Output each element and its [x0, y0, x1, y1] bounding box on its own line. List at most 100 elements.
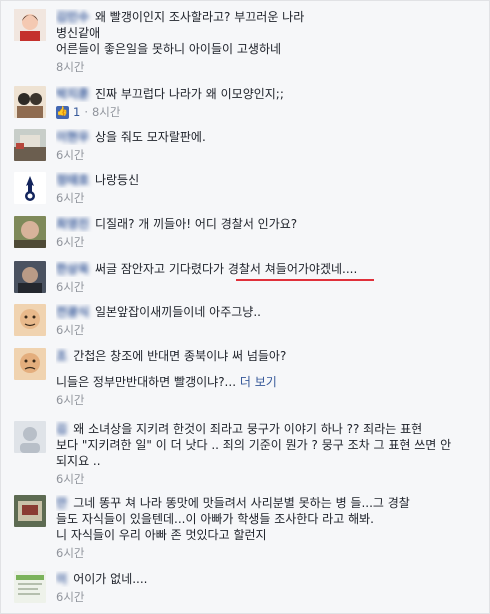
comment-line: 조 간첩은 창조에 반대면 종북이냐 써 넘들아?: [56, 348, 483, 364]
timestamp[interactable]: 6시간: [56, 392, 84, 408]
comment-author[interactable]: 박지훈: [56, 87, 89, 101]
comment-text: 상을 줘도 모자랄판에.: [94, 130, 206, 144]
comment-text: 일본앞잡이새끼들이네 아주그냥..: [94, 305, 261, 319]
comment: 이 어이가 없네.... 6시간: [14, 571, 483, 607]
comment-text: 진짜 부끄럽다 나라가 왜 이모양인지;;: [94, 87, 284, 101]
comment-line: 안 그네 똥꾸 쳐 나라 똥맛에 맛들려서 사리분별 못하는 병 들...그 경…: [56, 495, 483, 511]
timestamp[interactable]: 6시간: [56, 190, 84, 206]
comment-body: 전광식 일본앞잡이새끼들이네 아주그냥.. 6시간: [56, 304, 483, 338]
comment: 김민수 왜 빨갱이인지 조사할라고? 부끄러운 나라 병신같애 어른들이 좋은일…: [14, 9, 483, 74]
timestamp[interactable]: 6시간: [56, 147, 84, 163]
comment-author[interactable]: 한상욱: [56, 262, 89, 276]
comment: 조 간첩은 창조에 반대면 종북이냐 써 넘들아? 니들은 정부만반대하면 빨갱…: [14, 348, 483, 407]
avatar[interactable]: [14, 495, 46, 527]
comment-meta: 6시간: [56, 392, 483, 408]
comment-meta: 6시간: [56, 234, 483, 250]
comment: 최영진 디질래? 개 끼들아! 어디 경찰서 인가요? 6시간: [14, 216, 483, 252]
timestamp[interactable]: 6시간: [56, 234, 84, 250]
comment-text: 병신같애: [56, 26, 101, 40]
comment-text: 어른들이 좋은일을 못하니 아이들이 고생하네: [56, 42, 282, 56]
comment-body: 박지훈 진짜 부끄럽다 나라가 왜 이모양인지;; 👍 1 · 8시간: [56, 86, 483, 120]
comment-meta: 6시간: [56, 589, 483, 605]
comment-author[interactable]: 김: [56, 422, 71, 436]
comment-body: 김 왜 소녀상을 지키려 한것이 죄라고 뭉구가 이야기 하나 ?? 죄라는 표…: [56, 421, 483, 487]
comment: 정태호 나랑등신 6시간: [14, 172, 483, 208]
timestamp[interactable]: 6시간: [56, 589, 84, 605]
avatar[interactable]: [14, 129, 46, 161]
separator: ·: [84, 105, 88, 119]
comment-author[interactable]: 정태호: [56, 173, 89, 187]
comment-text: 디질래? 개 끼들아! 어디 경찰서 인가요?: [94, 217, 298, 231]
avatar[interactable]: [14, 348, 46, 380]
comment-line: 김민수 왜 빨갱이인지 조사할라고? 부끄러운 나라: [56, 9, 483, 25]
comment-body: 김민수 왜 빨갱이인지 조사할라고? 부끄러운 나라 병신같애 어른들이 좋은일…: [56, 9, 483, 75]
comment-line: 한상욱 써글 잠안자고 기다렸다가 경찰서 쳐들어가야겠네....: [56, 261, 483, 277]
comment-thread: 김민수 왜 빨갱이인지 조사할라고? 부끄러운 나라 병신같애 어른들이 좋은일…: [0, 0, 490, 614]
comment-line: 김 왜 소녀상을 지키려 한것이 죄라고 뭉구가 이야기 하나 ?? 죄라는 표…: [56, 421, 483, 437]
highlight-underline: [236, 279, 374, 281]
comment-text: 나랑등신: [94, 173, 140, 187]
comment-text: 왜 빨갱이인지 조사할라고? 부끄러운 나라: [94, 10, 305, 24]
comment-meta: 6시간: [56, 471, 483, 487]
comment-author[interactable]: 전광식: [56, 305, 89, 319]
avatar[interactable]: [14, 571, 46, 603]
comment: 박지훈 진짜 부끄럽다 나라가 왜 이모양인지;; 👍 1 · 8시간: [14, 86, 483, 122]
comment-meta: 8시간: [56, 59, 483, 75]
comment-body: 정태호 나랑등신 6시간: [56, 172, 483, 206]
timestamp[interactable]: 6시간: [56, 322, 84, 338]
comment-meta: 6시간: [56, 190, 483, 206]
comment-text: 간첩은 창조에 반대면 종북이냐 써 넘들아?: [73, 349, 287, 363]
comment: 안 그네 똥꾸 쳐 나라 똥맛에 맛들려서 사리분별 못하는 병 들...그 경…: [14, 495, 483, 563]
comment-meta: 6시간: [56, 545, 483, 561]
comment-body: 최영진 디질래? 개 끼들아! 어디 경찰서 인가요? 6시간: [56, 216, 483, 250]
comment-body: 조 간첩은 창조에 반대면 종북이냐 써 넘들아? 니들은 정부만반대하면 빨갱…: [56, 348, 483, 408]
avatar[interactable]: [14, 261, 46, 293]
comment-author[interactable]: 이: [56, 572, 71, 586]
comment-text: 써글 잠안자고 기다렸다가 경찰서 쳐들어가야겠네....: [94, 262, 358, 276]
timestamp[interactable]: 8시간: [56, 59, 84, 75]
comment: 전광식 일본앞잡이새끼들이네 아주그냥.. 6시간: [14, 304, 483, 340]
see-more-link[interactable]: 더 보기: [240, 375, 277, 389]
comment-author[interactable]: 김민수: [56, 10, 89, 24]
timestamp[interactable]: 8시간: [92, 104, 120, 120]
comment-meta: 6시간: [56, 322, 483, 338]
comment-text: 그네 똥꾸 쳐 나라 똥맛에 맛들려서 사리분별 못하는 병 들...그 경찰: [73, 496, 410, 510]
comment-author[interactable]: 최영진: [56, 217, 89, 231]
timestamp[interactable]: 6시간: [56, 279, 84, 295]
avatar[interactable]: [14, 421, 46, 453]
comment-meta: 👍 1 · 8시간: [56, 104, 483, 120]
comment-meta: 6시간: [56, 279, 483, 295]
comment-line: 이 어이가 없네....: [56, 571, 483, 587]
avatar[interactable]: [14, 86, 46, 118]
timestamp[interactable]: 6시간: [56, 545, 84, 561]
comment-text: 들도 자식들이 있을텐데...이 아빠가 학생들 조사한다 라고 해봐.: [56, 512, 374, 526]
comment-author[interactable]: 이현우: [56, 130, 89, 144]
avatar[interactable]: [14, 304, 46, 336]
comment-meta: 6시간: [56, 147, 483, 163]
comment-text: 니 자식들이 우리 아빠 존 멋있다고 할런지: [56, 528, 267, 542]
comment-body: 안 그네 똥꾸 쳐 나라 똥맛에 맛들려서 사리분별 못하는 병 들...그 경…: [56, 495, 483, 561]
like-icon[interactable]: 👍: [56, 105, 69, 119]
comment-text: 보다 "지키려한 일" 이 더 낫다 .. 죄의 기준이 뭔가 ? 뭉구 조차 …: [56, 438, 452, 452]
comment-line: 정태호 나랑등신: [56, 172, 483, 188]
comment: 한상욱 써글 잠안자고 기다렸다가 경찰서 쳐들어가야겠네.... 6시간: [14, 261, 483, 297]
comment-line: 최영진 디질래? 개 끼들아! 어디 경찰서 인가요?: [56, 216, 483, 232]
avatar[interactable]: [14, 216, 46, 248]
comment-line: 박지훈 진짜 부끄럽다 나라가 왜 이모양인지;;: [56, 86, 483, 102]
comment-author[interactable]: 조: [56, 349, 71, 363]
timestamp[interactable]: 6시간: [56, 471, 84, 487]
avatar[interactable]: [14, 9, 46, 41]
comment-line: 이현우 상을 줘도 모자랄판에.: [56, 129, 483, 145]
comment: 이현우 상을 줘도 모자랄판에. 6시간: [14, 129, 483, 165]
comment-body: 이 어이가 없네.... 6시간: [56, 571, 483, 605]
comment-line: 전광식 일본앞잡이새끼들이네 아주그냥..: [56, 304, 483, 320]
avatar[interactable]: [14, 172, 46, 204]
comment-text: 어이가 없네....: [73, 572, 148, 586]
comment-author[interactable]: 안: [56, 496, 71, 510]
comment-text: 되지요 ..: [56, 454, 101, 468]
comment-text: 니들은 정부만반대하면 빨갱이냐?...: [56, 375, 237, 389]
comment-line: 니들은 정부만반대하면 빨갱이냐?... 더 보기: [56, 374, 483, 390]
comment-text: 왜 소녀상을 지키려 한것이 죄라고 뭉구가 이야기 하나 ?? 죄라는 표현: [73, 422, 423, 436]
like-count[interactable]: 1: [73, 104, 80, 120]
comment: 김 왜 소녀상을 지키려 한것이 죄라고 뭉구가 이야기 하나 ?? 죄라는 표…: [14, 421, 483, 489]
